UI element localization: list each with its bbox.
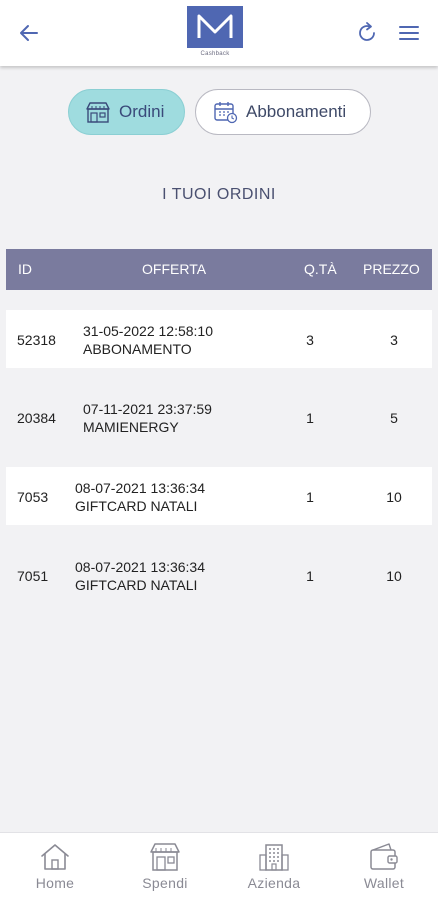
building-icon [256,840,292,874]
arrow-left-icon [20,25,38,41]
order-date: 08-07-2021 13:36:34 [75,480,205,496]
order-id: 7051 [17,568,49,584]
home-icon [37,840,73,874]
table-row[interactable]: 20384 07-11-2021 23:37:59 MAMIENERGY 1 5 [6,388,432,446]
logo-text: Cashback [200,51,230,57]
order-quantity: 1 [306,410,314,426]
section-title: I TUOI ORDINI [162,186,276,203]
order-id: 7053 [17,489,49,505]
nav-home-label: Home [35,875,75,891]
nav-wallet[interactable]: Wallet [329,833,438,900]
nav-azienda-label: Azienda [247,875,301,891]
wallet-icon [366,840,402,874]
calendar-icon [212,100,238,124]
logo-mark [187,6,243,48]
order-offer: 31-05-2022 12:58:10 ABBONAMENTO [83,322,213,358]
order-price: 10 [386,568,402,584]
table-row[interactable]: 7053 08-07-2021 13:36:34 GIFTCARD NATALI… [6,467,432,525]
shop-icon [147,840,183,874]
table-row[interactable]: 52318 31-05-2022 12:58:10 ABBONAMENTO 3 … [6,310,432,368]
order-date: 08-07-2021 13:36:34 [75,559,205,575]
app-logo: Cashback [187,6,243,58]
orders-table-header: ID OFFERTA Q.TÀ PREZZO [6,249,432,290]
order-quantity: 1 [306,489,314,505]
nav-spendi-label: Spendi [142,875,188,891]
column-header-offerta: OFFERTA [142,261,207,277]
refresh-icon [359,22,375,41]
hamburger-menu-icon [399,26,419,40]
bottom-navigation: Home Spendi Azienda Wallet [0,832,438,900]
table-row[interactable]: 7051 08-07-2021 13:36:34 GIFTCARD NATALI… [6,546,432,604]
store-icon [85,100,111,124]
order-price: 3 [390,332,398,348]
order-offer: 07-11-2021 23:37:59 MAMIENERGY [83,400,212,436]
menu-button[interactable] [394,18,424,48]
column-header-qta: Q.TÀ [304,261,337,277]
tab-abbonamenti-label: Abbonamenti [246,102,347,121]
order-name: GIFTCARD NATALI [75,577,198,593]
tab-abbonamenti[interactable]: Abbonamenti [195,89,371,135]
nav-home[interactable]: Home [0,833,110,900]
order-quantity: 1 [306,568,314,584]
back-button[interactable] [14,18,44,48]
order-id: 52318 [17,332,56,348]
order-offer: 08-07-2021 13:36:34 GIFTCARD NATALI [75,558,205,594]
tab-ordini[interactable]: Ordini [68,89,185,135]
order-date: 31-05-2022 12:58:10 [83,323,213,339]
refresh-button[interactable] [352,18,382,48]
order-quantity: 3 [306,332,314,348]
order-name: GIFTCARD NATALI [75,498,198,514]
nav-azienda[interactable]: Azienda [219,833,329,900]
column-header-id: ID [18,261,32,277]
column-header-prezzo: PREZZO [363,261,420,277]
tab-ordini-label: Ordini [119,102,165,121]
order-name: MAMIENERGY [83,419,179,435]
order-offer: 08-07-2021 13:36:34 GIFTCARD NATALI [75,479,205,515]
nav-spendi[interactable]: Spendi [110,833,220,900]
order-price: 10 [386,489,402,505]
nav-wallet-label: Wallet [363,875,405,891]
order-name: ABBONAMENTO [83,341,192,357]
order-date: 07-11-2021 23:37:59 [83,401,212,417]
top-app-bar: Cashback [0,0,438,66]
order-id: 20384 [17,410,56,426]
order-price: 5 [390,410,398,426]
